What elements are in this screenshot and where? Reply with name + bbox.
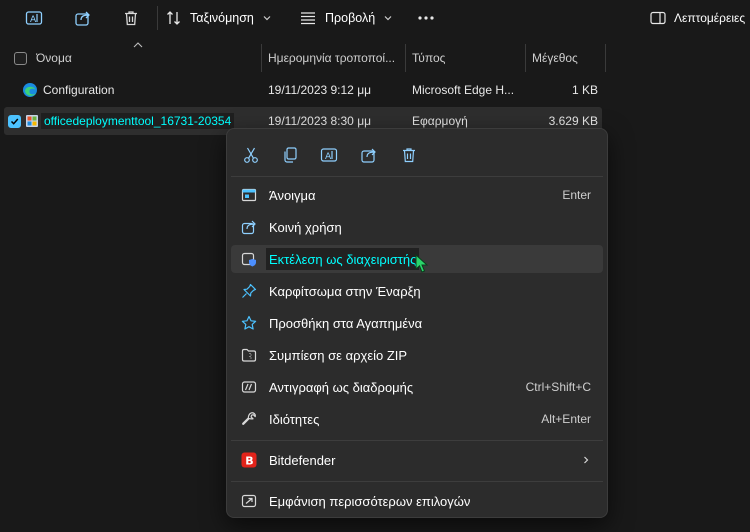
star-icon xyxy=(241,315,257,331)
command-bar: A Ταξινόμηση Προβολή Λεπτομέρειες xyxy=(0,0,750,36)
chevron-down-icon xyxy=(263,16,271,21)
column-name[interactable]: Όνομα xyxy=(36,44,260,72)
edge-file-icon xyxy=(22,76,38,104)
row-checkbox[interactable] xyxy=(8,107,21,135)
menu-item-compress-zip[interactable]: Συμπίεση σε αρχείο ZIP xyxy=(231,341,603,369)
menu-item-label: Συμπίεση σε αρχείο ZIP xyxy=(269,347,408,363)
sort-label: Ταξινόμηση xyxy=(190,11,254,25)
svg-text:A: A xyxy=(30,15,37,25)
trash-icon xyxy=(403,148,415,163)
svg-text:B: B xyxy=(245,454,253,467)
more-options-button[interactable] xyxy=(414,6,438,30)
column-date[interactable]: Ημερομηνία τροποποί... xyxy=(268,44,404,72)
details-pane-button[interactable]: Λεπτομέρειες xyxy=(650,6,750,30)
copy-path-icon xyxy=(241,379,257,395)
column-size-label: Μέγεθος xyxy=(532,51,578,65)
checkmark-icon xyxy=(10,118,19,125)
rename-icon: A xyxy=(320,148,338,162)
menu-item-label: Εμφάνιση περισσότερων επιλογών xyxy=(269,493,471,509)
menu-item-label: Καρφίτσωμα στην Έναρξη xyxy=(269,283,421,299)
show-more-options-icon xyxy=(241,493,257,509)
menu-item-open[interactable]: Άνοιγμα Enter xyxy=(231,181,603,209)
share-icon xyxy=(241,219,257,235)
menu-separator xyxy=(231,440,603,441)
file-name: Configuration xyxy=(43,83,115,97)
svg-text:A: A xyxy=(325,152,332,162)
menu-item-add-to-favorites[interactable]: Προσθήκη στα Αγαπημένα xyxy=(231,309,603,337)
sort-icon xyxy=(167,11,180,25)
menu-item-pin-to-start[interactable]: Καρφίτσωμα στην Έναρξη xyxy=(231,277,603,305)
cut-button[interactable] xyxy=(235,141,267,169)
context-menu: A Άνοιγμα Enter Κοινή χρήση Εκτέλεση ως … xyxy=(226,128,608,518)
installer-file-icon xyxy=(24,107,40,135)
file-type: Microsoft Edge H... xyxy=(412,83,515,97)
menu-item-copy-as-path[interactable]: Αντιγραφή ως διαδρομής Ctrl+Shift+C xyxy=(231,373,603,401)
menu-item-label: Εκτέλεση ως διαχειριστής xyxy=(266,248,420,270)
file-row[interactable]: Configuration 19/11/2023 9:12 μμ Microso… xyxy=(4,76,602,104)
delete-button[interactable] xyxy=(393,141,425,169)
menu-item-label: Κοινή χρήση xyxy=(269,219,342,235)
copy-icon xyxy=(284,147,297,163)
wrench-icon xyxy=(241,411,257,427)
share-icon xyxy=(361,148,376,163)
column-type[interactable]: Τύπος xyxy=(412,44,524,72)
file-name: officedeploymenttool_16731-20354 xyxy=(41,107,235,135)
file-size: 1 KB xyxy=(571,83,598,97)
column-divider[interactable] xyxy=(405,44,406,72)
file-date: 19/11/2023 9:12 μμ xyxy=(268,83,372,97)
chevron-down-icon xyxy=(384,16,392,21)
chevron-right-icon xyxy=(581,446,591,474)
column-header-row: Όνομα Ημερομηνία τροποποί... Τύπος Μέγεθ… xyxy=(0,42,750,72)
rename-button[interactable]: A xyxy=(22,6,46,30)
menu-item-shortcut: Enter xyxy=(562,188,591,202)
admin-shield-icon xyxy=(241,251,257,267)
menu-separator xyxy=(231,176,603,177)
select-all-checkbox[interactable] xyxy=(14,44,27,72)
list-view-icon xyxy=(301,12,315,25)
column-divider[interactable] xyxy=(525,44,526,72)
checkbox-box xyxy=(14,51,27,65)
copy-button[interactable] xyxy=(274,141,306,169)
bitdefender-icon: B xyxy=(241,452,257,468)
menu-item-label: Αντιγραφή ως διαδρομής xyxy=(269,379,414,395)
details-pane-icon xyxy=(650,11,666,25)
view-label: Προβολή xyxy=(325,11,376,25)
menu-item-share[interactable]: Κοινή χρήση xyxy=(231,213,603,241)
checkbox-box xyxy=(8,114,21,128)
menu-item-label: Προσθήκη στα Αγαπημένα xyxy=(269,315,423,331)
toolbar-separator xyxy=(157,6,158,30)
file-name-text: officedeploymenttool_16731-20354 xyxy=(41,113,235,129)
trash-icon xyxy=(125,11,137,26)
share-icon xyxy=(75,11,90,26)
rename-button[interactable]: A xyxy=(313,141,345,169)
menu-item-properties[interactable]: Ιδιότητες Alt+Enter xyxy=(231,405,603,433)
mouse-cursor-icon xyxy=(415,254,429,273)
column-type-label: Τύπος xyxy=(412,51,446,65)
column-date-label: Ημερομηνία τροποποί... xyxy=(268,51,396,65)
menu-separator xyxy=(231,481,603,482)
column-size[interactable]: Μέγεθος xyxy=(532,44,604,72)
more-icon xyxy=(418,16,434,20)
menu-item-label: Bitdefender xyxy=(269,452,336,468)
menu-item-bitdefender[interactable]: B Bitdefender xyxy=(231,446,603,474)
view-button[interactable]: Προβολή xyxy=(299,6,393,30)
menu-item-show-more-options[interactable]: Εμφάνιση περισσότερων επιλογών xyxy=(231,487,603,515)
details-label: Λεπτομέρειες xyxy=(674,11,746,25)
share-button[interactable] xyxy=(353,141,385,169)
sort-button[interactable]: Ταξινόμηση xyxy=(166,6,272,30)
menu-item-shortcut: Ctrl+Shift+C xyxy=(525,380,591,394)
menu-item-label: Άνοιγμα xyxy=(269,187,316,203)
column-divider[interactable] xyxy=(605,44,606,72)
menu-item-shortcut: Alt+Enter xyxy=(541,412,591,426)
delete-button[interactable] xyxy=(119,6,143,30)
pin-icon xyxy=(241,283,257,299)
rename-icon: A xyxy=(25,11,43,25)
open-window-icon xyxy=(241,187,257,203)
zip-folder-icon xyxy=(241,347,257,363)
scissors-icon xyxy=(244,147,258,163)
share-button[interactable] xyxy=(71,6,95,30)
column-name-label: Όνομα xyxy=(36,51,72,65)
column-divider[interactable] xyxy=(261,44,262,72)
menu-item-label: Ιδιότητες xyxy=(269,411,320,427)
